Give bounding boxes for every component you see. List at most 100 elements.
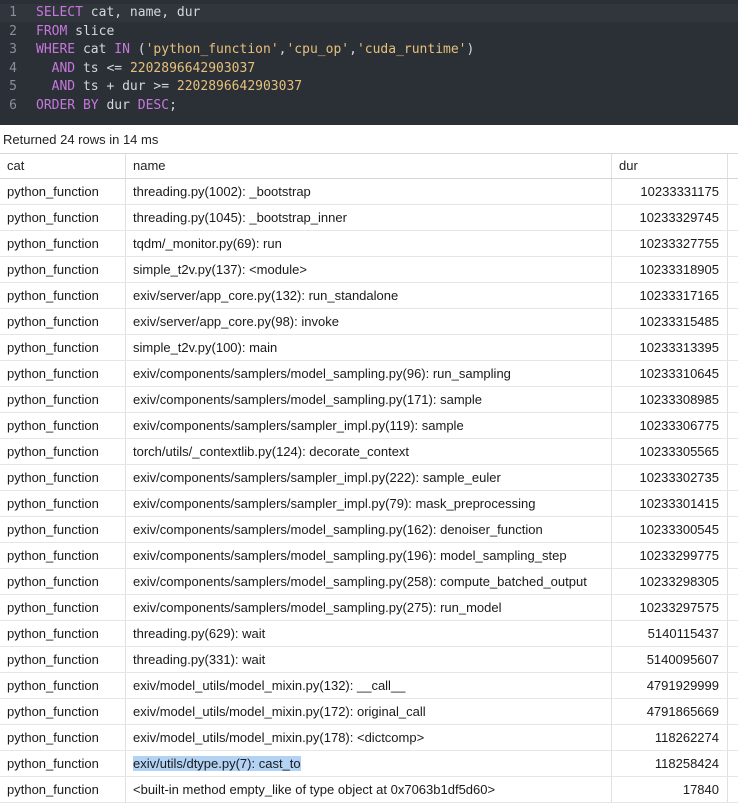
cell-name[interactable]: exiv/model_utils/model_mixin.py(132): __… [126,673,612,698]
cell-name[interactable]: exiv/server/app_core.py(98): invoke [126,309,612,334]
table-row[interactable]: python_function exiv/model_utils/model_mi… [0,673,738,699]
table-row[interactable]: python_function exiv/components/samplers/… [0,569,738,595]
cell-name[interactable]: simple_t2v.py(100): main [126,335,612,360]
table-row[interactable]: python_function tqdm/_monitor.py(69): run… [0,231,738,257]
cell-cat[interactable]: python_function [0,413,126,438]
cell-cat[interactable]: python_function [0,673,126,698]
code-line[interactable]: 6 ORDER BY dur DESC; [0,97,738,115]
table-row[interactable]: python_function exiv/components/samplers/… [0,491,738,517]
table-row[interactable]: python_function threading.py(1045): _boot… [0,205,738,231]
cell-cat[interactable]: python_function [0,361,126,386]
cell-dur[interactable]: 4791865669 [612,699,728,724]
cell-name[interactable]: threading.py(1002): _bootstrap [126,179,612,204]
cell-name[interactable]: threading.py(1045): _bootstrap_inner [126,205,612,230]
cell-cat[interactable]: python_function [0,621,126,646]
cell-cat[interactable]: python_function [0,777,126,802]
cell-dur[interactable]: 118262274 [612,725,728,750]
cell-cat[interactable]: python_function [0,257,126,282]
column-header-dur[interactable]: dur [612,154,728,178]
cell-dur[interactable]: 5140095607 [612,647,728,672]
table-row[interactable]: python_function exiv/components/samplers/… [0,517,738,543]
table-row[interactable]: python_function exiv/components/samplers/… [0,413,738,439]
code-line[interactable]: 3 WHERE cat IN ('python_function','cpu_op… [0,41,738,59]
cell-name[interactable]: exiv/utils/dtype.py(7): cast_to [126,751,612,776]
cell-dur[interactable]: 10233308985 [612,387,728,412]
code-line[interactable]: 5 AND ts + dur >= 2202896642903037 [0,78,738,96]
cell-dur[interactable]: 118258424 [612,751,728,776]
column-header-name[interactable]: name [126,154,612,178]
cell-dur[interactable]: 10233327755 [612,231,728,256]
cell-cat[interactable]: python_function [0,569,126,594]
cell-cat[interactable]: python_function [0,465,126,490]
cell-dur[interactable]: 10233297575 [612,595,728,620]
table-row[interactable]: python_function simple_t2v.py(137): <modu… [0,257,738,283]
cell-name[interactable]: <built-in method empty_like of type obje… [126,777,612,802]
cell-cat[interactable]: python_function [0,335,126,360]
cell-cat[interactable]: python_function [0,231,126,256]
table-row[interactable]: python_function exiv/server/app_core.py(9… [0,309,738,335]
cell-cat[interactable]: python_function [0,699,126,724]
cell-dur[interactable]: 10233302735 [612,465,728,490]
cell-cat[interactable]: python_function [0,725,126,750]
cell-cat[interactable]: python_function [0,387,126,412]
cell-name[interactable]: simple_t2v.py(137): <module> [126,257,612,282]
cell-dur[interactable]: 10233317165 [612,283,728,308]
cell-cat[interactable]: python_function [0,517,126,542]
cell-dur[interactable]: 10233318905 [612,257,728,282]
cell-name[interactable]: threading.py(331): wait [126,647,612,672]
cell-dur[interactable]: 10233313395 [612,335,728,360]
code-line[interactable]: 4 AND ts <= 2202896642903037 [0,60,738,78]
cell-name[interactable]: exiv/components/samplers/sampler_impl.py… [126,491,612,516]
cell-name[interactable]: exiv/components/samplers/sampler_impl.py… [126,465,612,490]
cell-cat[interactable]: python_function [0,647,126,672]
cell-name[interactable]: exiv/components/samplers/model_sampling.… [126,387,612,412]
table-row[interactable]: python_function exiv/model_utils/model_mi… [0,725,738,751]
table-row[interactable]: python_function exiv/components/samplers/… [0,387,738,413]
table-row[interactable]: python_function threading.py(629): wait 51… [0,621,738,647]
cell-cat[interactable]: python_function [0,439,126,464]
cell-dur[interactable]: 10233305565 [612,439,728,464]
cell-name[interactable]: exiv/components/samplers/sampler_impl.py… [126,413,612,438]
table-row[interactable]: python_function exiv/components/samplers/… [0,543,738,569]
table-row[interactable]: python_function threading.py(331): wait 51… [0,647,738,673]
cell-name[interactable]: exiv/components/samplers/model_sampling.… [126,543,612,568]
table-row[interactable]: python_function exiv/components/samplers/… [0,361,738,387]
cell-cat[interactable]: python_function [0,283,126,308]
cell-dur[interactable]: 17840 [612,777,728,802]
cell-cat[interactable]: python_function [0,543,126,568]
cell-name[interactable]: exiv/components/samplers/model_sampling.… [126,361,612,386]
cell-cat[interactable]: python_function [0,491,126,516]
table-row[interactable]: python_function exiv/server/app_core.py(1… [0,283,738,309]
cell-name[interactable]: exiv/server/app_core.py(132): run_standa… [126,283,612,308]
cell-name[interactable]: torch/utils/_contextlib.py(124): decorat… [126,439,612,464]
cell-dur[interactable]: 10233301415 [612,491,728,516]
table-row[interactable]: python_function torch/utils/_contextlib.p… [0,439,738,465]
code-line[interactable]: 1 SELECT cat, name, dur [0,4,738,22]
cell-name[interactable]: exiv/components/samplers/model_sampling.… [126,517,612,542]
cell-cat[interactable]: python_function [0,309,126,334]
cell-name[interactable]: exiv/model_utils/model_mixin.py(178): <d… [126,725,612,750]
table-row[interactable]: python_function exiv/components/samplers/… [0,595,738,621]
cell-dur[interactable]: 10233310645 [612,361,728,386]
table-row[interactable]: python_function <built-in method empty_li… [0,777,738,803]
table-row[interactable]: python_function exiv/components/samplers/… [0,465,738,491]
cell-name[interactable]: exiv/components/samplers/model_sampling.… [126,569,612,594]
cell-dur[interactable]: 10233298305 [612,569,728,594]
table-row[interactable]: python_function exiv/utils/dtype.py(7): c… [0,751,738,777]
table-row[interactable]: python_function exiv/model_utils/model_mi… [0,699,738,725]
cell-dur[interactable]: 10233299775 [612,543,728,568]
cell-cat[interactable]: python_function [0,205,126,230]
cell-name[interactable]: exiv/model_utils/model_mixin.py(172): or… [126,699,612,724]
cell-dur[interactable]: 10233331175 [612,179,728,204]
cell-name[interactable]: threading.py(629): wait [126,621,612,646]
cell-dur[interactable]: 10233315485 [612,309,728,334]
cell-dur[interactable]: 10233329745 [612,205,728,230]
cell-name[interactable]: tqdm/_monitor.py(69): run [126,231,612,256]
cell-cat[interactable]: python_function [0,751,126,776]
code-line[interactable]: 2 FROM slice [0,23,738,41]
cell-cat[interactable]: python_function [0,179,126,204]
cell-dur[interactable]: 5140115437 [612,621,728,646]
cell-cat[interactable]: python_function [0,595,126,620]
table-row[interactable]: python_function simple_t2v.py(100): main 1… [0,335,738,361]
cell-dur[interactable]: 10233306775 [612,413,728,438]
